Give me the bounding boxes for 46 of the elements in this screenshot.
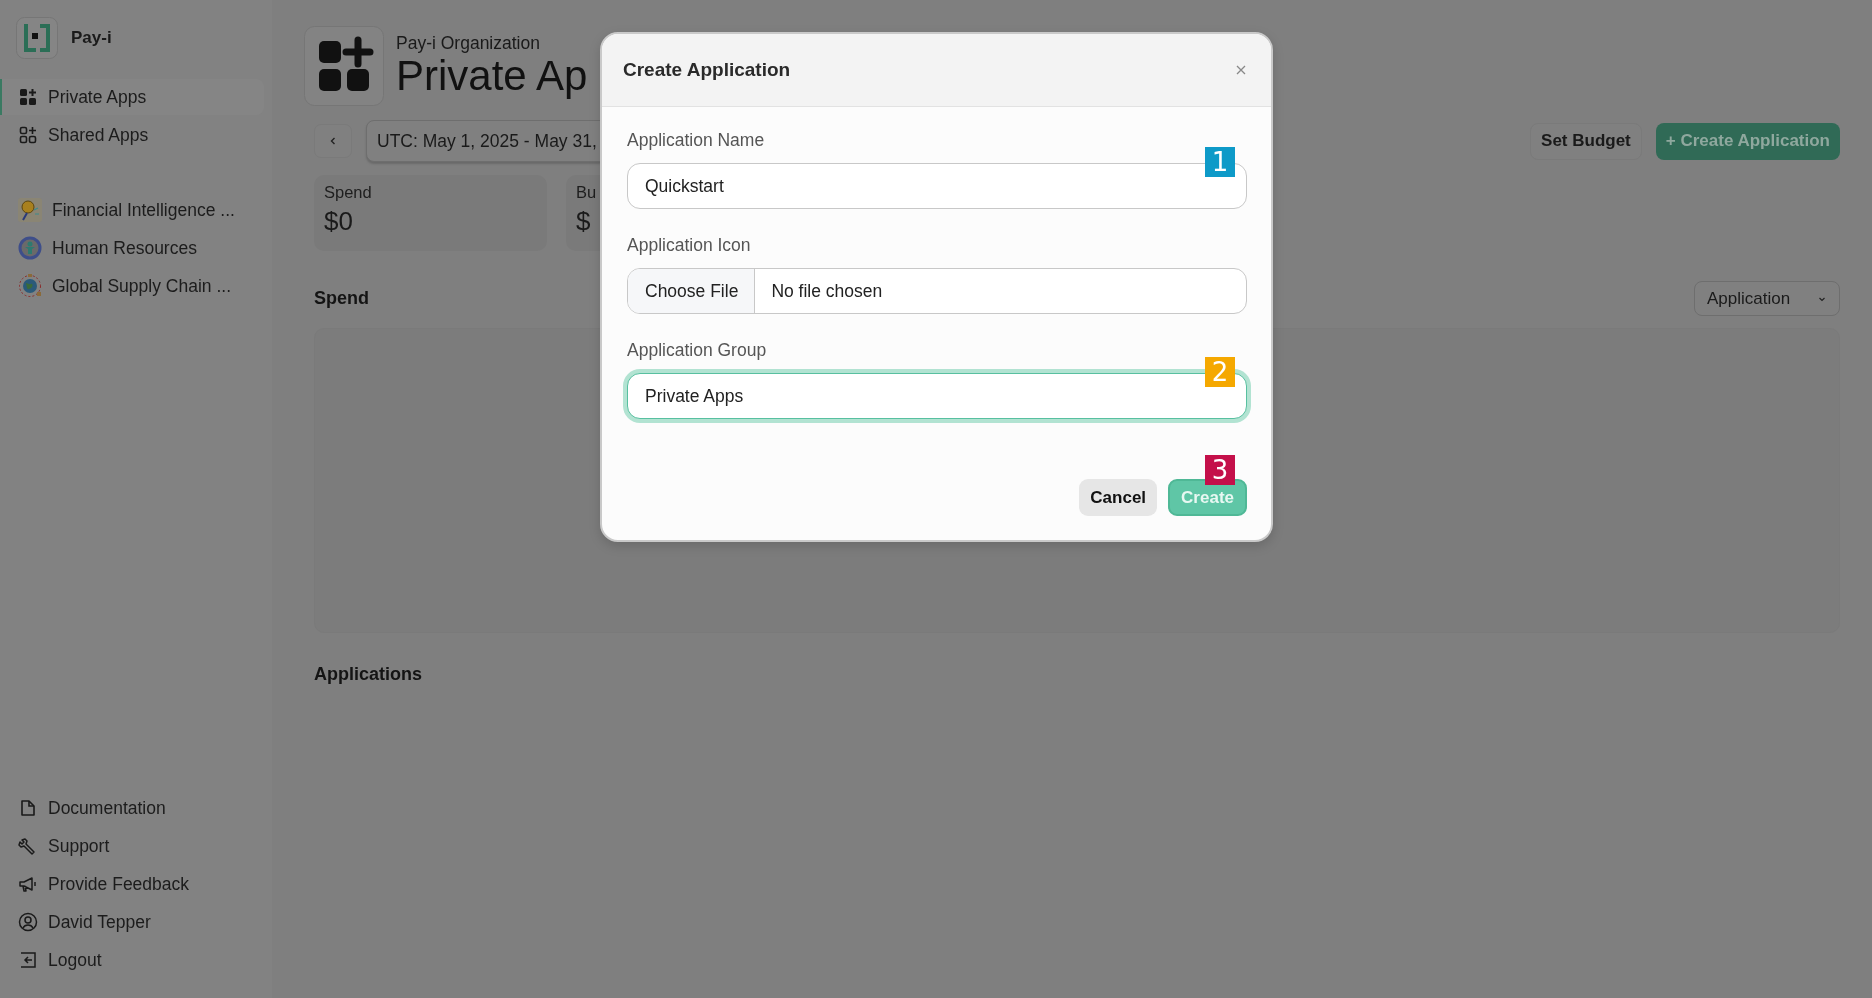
step-marker: 1 [1205, 147, 1235, 177]
sidebar-item[interactable]: Provide Feedback [0, 866, 264, 902]
cancel-button[interactable]: Cancel [1079, 479, 1158, 516]
step-marker: 2 [1205, 357, 1235, 387]
chevron-left-icon [328, 136, 338, 146]
close-icon [1235, 64, 1247, 76]
sidebar-item[interactable]: Financial Intelligence ... [0, 192, 264, 228]
step-marker: 3 [1205, 455, 1235, 485]
sidebar-item[interactable]: Documentation [0, 790, 264, 826]
sidebar-item[interactable]: David Tepper [0, 904, 264, 940]
page-title: Private Ap [396, 54, 588, 99]
stat-value: $0 [324, 206, 353, 237]
document-icon [18, 798, 38, 818]
file-input[interactable]: Choose File No file chosen [627, 268, 1247, 314]
megaphone-icon [18, 874, 38, 894]
brand-name: Pay-i [71, 28, 112, 48]
grid-plus-icon [304, 26, 384, 106]
sidebar-item[interactable]: Shared Apps [0, 117, 264, 153]
grid-plus-icon [18, 87, 38, 107]
section-title: Applications [314, 664, 423, 685]
logout-icon [18, 950, 38, 970]
wrench-icon [18, 836, 38, 856]
file-status: No file chosen [770, 280, 883, 302]
user-icon [18, 912, 38, 932]
sidebar-item[interactable]: Global Supply Chain ... [0, 268, 264, 304]
stat-label: Spend [324, 183, 372, 202]
sidebar-item[interactable]: Logout [0, 942, 264, 978]
group-by-select[interactable]: Application [1694, 281, 1840, 316]
dialog-title: Create Application [623, 59, 791, 81]
choose-file-button[interactable]: Choose File [628, 269, 756, 313]
section-title: Spend [314, 288, 369, 309]
globe-icon [18, 274, 42, 298]
organization-name: Pay-i Organization [396, 33, 541, 55]
stat-value: $ [576, 206, 591, 237]
stat-label: Bu [576, 183, 597, 202]
create-application-button[interactable]: + Create Application [1655, 122, 1840, 160]
grid-plus-icon [18, 125, 38, 145]
field-label: Application Name [627, 130, 766, 151]
logo-icon [16, 17, 58, 59]
field-label: Application Group [627, 340, 768, 361]
sidebar-item[interactable]: Human Resources [0, 230, 264, 266]
field-label: Application Icon [627, 235, 752, 256]
coin-icon [18, 198, 42, 222]
sidebar-item[interactable]: Support [0, 828, 264, 864]
person-ring-icon [18, 236, 42, 260]
set-budget-button[interactable]: Set Budget [1530, 122, 1642, 160]
